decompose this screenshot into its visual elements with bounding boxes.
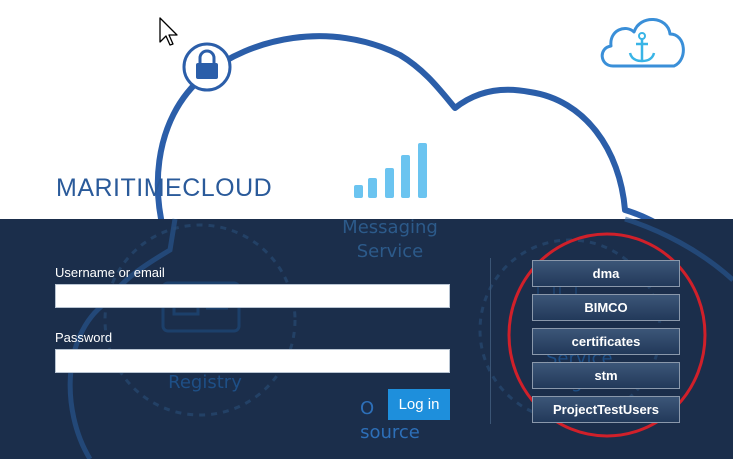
cloud-anchor-logo-icon <box>600 18 685 68</box>
idp-button-certificates[interactable]: certificates <box>532 328 680 355</box>
messaging-service-label-line1: Messaging <box>342 217 438 238</box>
open-source-label-line2: source <box>360 422 420 443</box>
idp-button-stm[interactable]: stm <box>532 362 680 389</box>
idp-button-bimco[interactable]: BIMCO <box>532 294 680 321</box>
idp-button-dma[interactable]: dma <box>532 260 680 287</box>
password-label: Password <box>55 330 113 345</box>
lock-icon <box>182 42 232 92</box>
username-label: Username or email <box>55 265 165 280</box>
idp-button-projecttestusers[interactable]: ProjectTestUsers <box>532 396 680 423</box>
username-input[interactable] <box>55 284 450 308</box>
registry-label: Registry <box>168 372 242 393</box>
cursor-icon <box>159 17 178 46</box>
messaging-service-label-line2: Service <box>356 241 424 262</box>
signal-icon <box>354 143 427 198</box>
vertical-divider <box>490 258 491 424</box>
password-input[interactable] <box>55 349 450 373</box>
login-button[interactable]: Log in <box>388 389 450 420</box>
brand-title: MARITIMECLOUD <box>56 174 273 202</box>
